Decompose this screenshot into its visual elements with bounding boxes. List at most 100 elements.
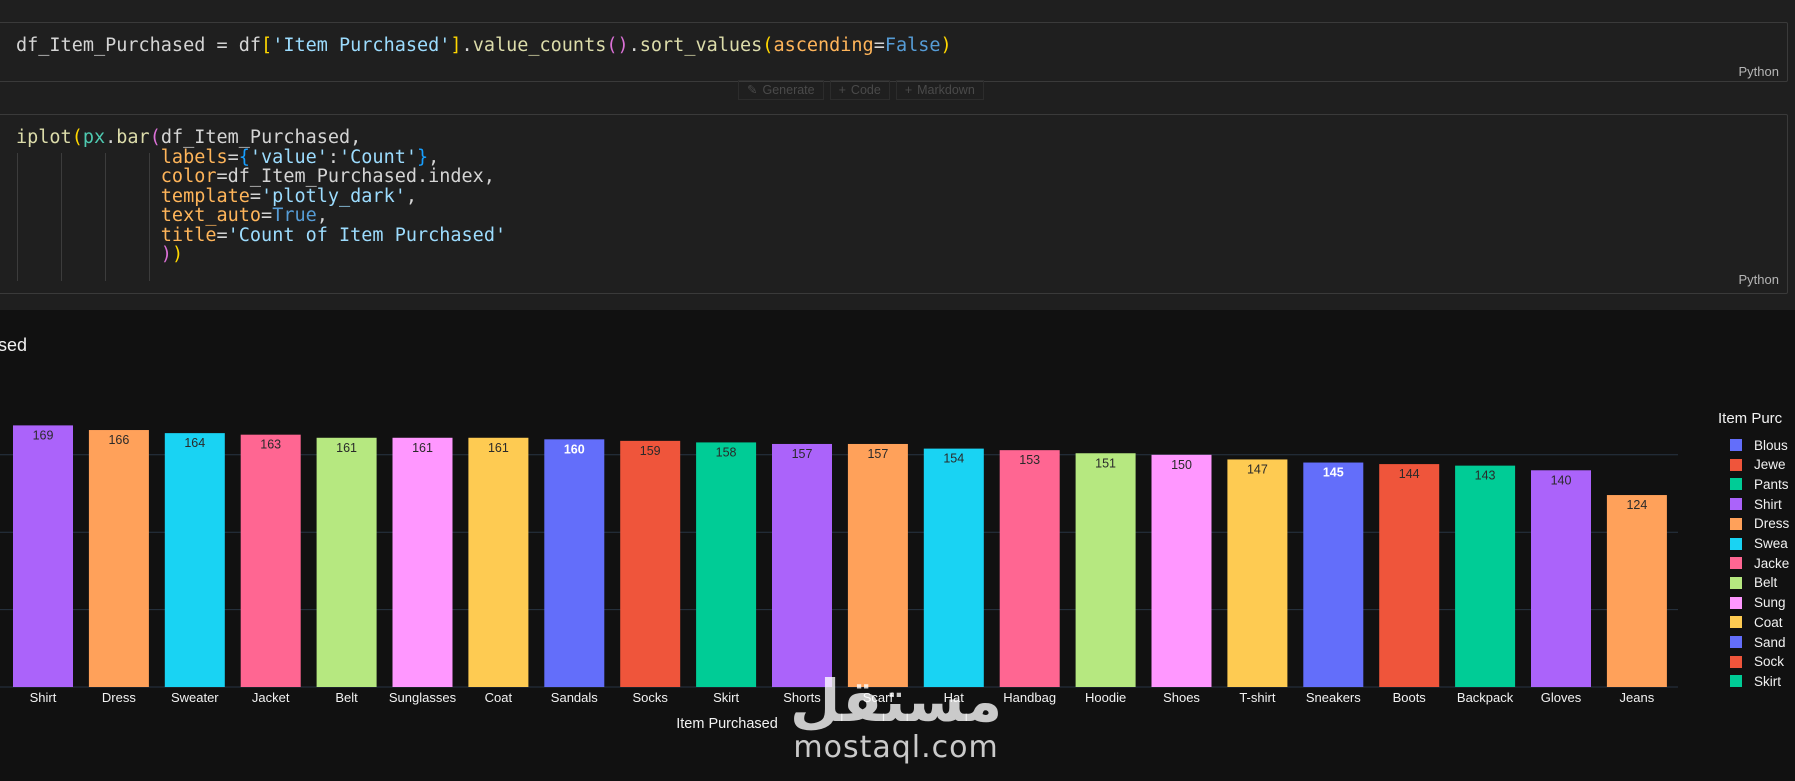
bar[interactable] bbox=[620, 440, 681, 687]
bar[interactable] bbox=[468, 437, 529, 687]
legend-label: Shirt bbox=[1754, 496, 1782, 512]
legend-label: Sock bbox=[1754, 654, 1785, 670]
bar-value-label: 158 bbox=[716, 445, 737, 459]
legend-swatch bbox=[1730, 616, 1742, 629]
legend-swatch bbox=[1730, 458, 1742, 471]
legend-swatch bbox=[1730, 537, 1742, 550]
bar[interactable] bbox=[923, 448, 984, 687]
bar[interactable] bbox=[696, 442, 757, 687]
bar-value-label: 144 bbox=[1399, 467, 1420, 481]
x-tick-label: Socks bbox=[632, 690, 668, 705]
bar[interactable] bbox=[999, 450, 1060, 687]
bar-value-label: 151 bbox=[1095, 456, 1116, 470]
x-tick-label: Belt bbox=[335, 690, 358, 705]
bar[interactable] bbox=[1227, 459, 1288, 687]
bar[interactable] bbox=[240, 434, 301, 687]
x-tick-label: Handbag bbox=[1003, 690, 1056, 705]
code-cell-1[interactable]: df_Item_Purchased = df['Item Purchased']… bbox=[0, 22, 1788, 82]
watermark-arabic: مستقل bbox=[790, 667, 1003, 735]
legend-swatch bbox=[1730, 498, 1742, 511]
watermark-latin: mostaql.com bbox=[793, 730, 999, 765]
generate-button[interactable]: ✎ Generate bbox=[738, 80, 824, 100]
x-tick-label: Jacket bbox=[252, 690, 290, 705]
legend-swatch bbox=[1730, 636, 1742, 648]
legend-item[interactable]: Pants bbox=[1730, 475, 1789, 493]
bar-value-label: 164 bbox=[184, 436, 205, 450]
add-markdown-button[interactable]: + Markdown bbox=[895, 80, 984, 100]
x-tick-label: Jeans bbox=[1620, 690, 1655, 705]
x-tick-label: Hoodie bbox=[1085, 690, 1126, 705]
legend-label: Sand bbox=[1754, 634, 1786, 650]
bar[interactable] bbox=[164, 433, 225, 687]
bar[interactable] bbox=[544, 439, 605, 687]
legend-swatch bbox=[1730, 439, 1742, 451]
cell-1-language-label: Python bbox=[1738, 64, 1779, 79]
x-tick-label: Skirt bbox=[713, 690, 739, 705]
mostaql-watermark: مستقل mostaql.com bbox=[790, 672, 1002, 766]
bar-value-label: 143 bbox=[1475, 469, 1496, 483]
bar-value-label: 157 bbox=[867, 447, 888, 461]
x-axis-title: Item Purchased bbox=[676, 716, 778, 732]
cell-2-code[interactable]: iplot(px.bar(df_Item_Purchased, labels={… bbox=[16, 128, 506, 265]
legend-item[interactable]: Sock bbox=[1730, 653, 1784, 671]
legend-swatch bbox=[1730, 517, 1742, 530]
bar[interactable] bbox=[1379, 464, 1440, 687]
code-cell-2[interactable]: iplot(px.bar(df_Item_Purchased, labels={… bbox=[0, 114, 1788, 294]
legend-item[interactable]: Skirt bbox=[1730, 672, 1781, 690]
bar[interactable] bbox=[1606, 495, 1667, 687]
legend-item[interactable]: Belt bbox=[1730, 574, 1777, 592]
bar[interactable] bbox=[772, 443, 832, 687]
bar[interactable] bbox=[1531, 470, 1591, 687]
x-tick-label: Shirt bbox=[30, 690, 57, 705]
legend-item[interactable]: Jewe bbox=[1730, 456, 1786, 474]
legend-swatch bbox=[1730, 557, 1742, 570]
x-tick-label: Boots bbox=[1393, 690, 1427, 705]
x-tick-label: Sunglasses bbox=[389, 690, 457, 705]
x-tick-label: Backpack bbox=[1457, 690, 1514, 705]
legend-label: Blous bbox=[1754, 437, 1788, 453]
legend-item[interactable]: Dress bbox=[1730, 515, 1789, 533]
bar[interactable] bbox=[316, 437, 377, 687]
legend-label: Dress bbox=[1754, 516, 1790, 532]
legend-item[interactable]: Coat bbox=[1730, 613, 1783, 631]
bar-value-label: 169 bbox=[33, 428, 54, 442]
legend-item[interactable]: Swea bbox=[1730, 535, 1788, 553]
x-tick-label: T-shirt bbox=[1239, 690, 1276, 705]
bar-value-label: 166 bbox=[108, 433, 129, 447]
add-code-button[interactable]: + Code bbox=[829, 80, 890, 100]
bar-value-label: 154 bbox=[943, 452, 964, 466]
code-label: Code bbox=[850, 83, 881, 97]
legend-swatch bbox=[1730, 675, 1742, 688]
legend-label: Belt bbox=[1754, 575, 1778, 591]
legend-title: Item Purc bbox=[1718, 410, 1783, 427]
legend-label: Sung bbox=[1754, 595, 1786, 611]
bar[interactable] bbox=[13, 425, 73, 687]
bar-value-label: 147 bbox=[1247, 462, 1268, 476]
legend-item[interactable]: Jacke bbox=[1730, 554, 1789, 572]
legend-item[interactable]: Blous bbox=[1730, 436, 1788, 454]
legend-label: Jewe bbox=[1754, 457, 1786, 473]
x-tick-label: Coat bbox=[485, 690, 513, 705]
legend-label: Skirt bbox=[1754, 673, 1781, 689]
generate-label: Generate bbox=[762, 83, 815, 97]
bar[interactable] bbox=[847, 443, 908, 687]
bar[interactable] bbox=[1075, 453, 1136, 687]
legend-item[interactable]: Shirt bbox=[1730, 495, 1782, 513]
bar[interactable] bbox=[1455, 465, 1516, 687]
cell-2-language-label: Python bbox=[1738, 272, 1779, 287]
legend-label: Pants bbox=[1754, 476, 1789, 492]
x-tick-label: Sweater bbox=[171, 690, 219, 705]
legend-item[interactable]: Sand bbox=[1730, 633, 1786, 651]
legend-swatch bbox=[1730, 478, 1742, 491]
bar[interactable] bbox=[392, 437, 453, 687]
insert-cell-toolbar: ✎ Generate + Code + Markdown bbox=[738, 80, 984, 100]
sparkle-icon: ✎ bbox=[747, 83, 758, 97]
legend-item[interactable]: Sung bbox=[1730, 594, 1786, 612]
bar[interactable] bbox=[1151, 454, 1212, 687]
cell-1-code[interactable]: df_Item_Purchased = df['Item Purchased']… bbox=[16, 36, 952, 56]
markdown-label: Markdown bbox=[917, 83, 975, 97]
bar-value-label: 160 bbox=[564, 442, 585, 456]
bar[interactable] bbox=[88, 430, 149, 687]
x-tick-label: Dress bbox=[102, 690, 136, 705]
bar[interactable] bbox=[1303, 462, 1364, 687]
